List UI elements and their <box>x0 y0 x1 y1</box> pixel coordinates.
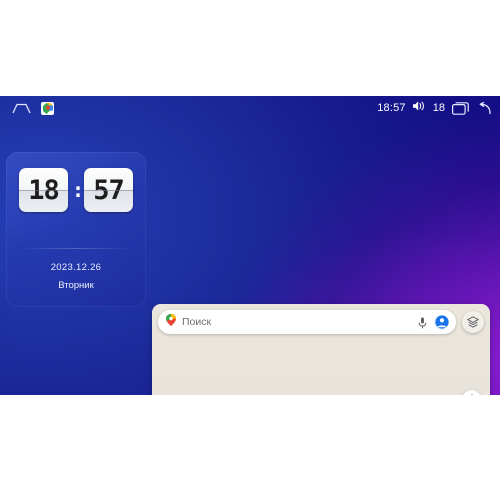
recents-icon[interactable] <box>452 102 469 115</box>
volume-icon[interactable] <box>412 99 426 117</box>
divider <box>20 248 132 249</box>
google-maps-widget[interactable]: Поиск <box>152 304 490 395</box>
clock-hours: 18 <box>19 168 68 212</box>
clock-weekday: Вторник <box>58 280 94 291</box>
clock-widget[interactable]: 18 : 57 2023.12.26 Вторник <box>6 152 146 307</box>
status-bar-right: 18:57 18 <box>377 99 491 117</box>
map-search-input[interactable]: Поиск <box>182 316 412 328</box>
status-bar: 18:57 18 <box>0 96 500 120</box>
clock-date: 2023.12.26 <box>50 262 102 273</box>
account-avatar-icon[interactable] <box>434 314 449 330</box>
map-search-row: Поиск <box>158 310 484 334</box>
car-head-unit-home-screen: 18:57 18 18: 57 2023.12.26 Вторник Поис… <box>0 96 500 395</box>
flip-clock: 18 : 57 <box>19 168 133 212</box>
status-bar-clock: 18:57 <box>377 102 406 114</box>
clock-separator: : <box>72 178 85 202</box>
google-maps-icon[interactable] <box>41 101 54 115</box>
volume-level-value: 18 <box>432 102 445 114</box>
home-trapezoid-icon[interactable] <box>12 103 31 114</box>
clock-minutes: 57 <box>84 168 133 212</box>
back-arrow-icon[interactable] <box>474 101 491 115</box>
maps-pin-icon <box>166 313 176 331</box>
mic-icon[interactable] <box>418 316 428 329</box>
layers-icon[interactable] <box>462 311 484 333</box>
status-bar-left <box>12 101 54 115</box>
map-search-bar[interactable]: Поиск <box>158 310 456 334</box>
